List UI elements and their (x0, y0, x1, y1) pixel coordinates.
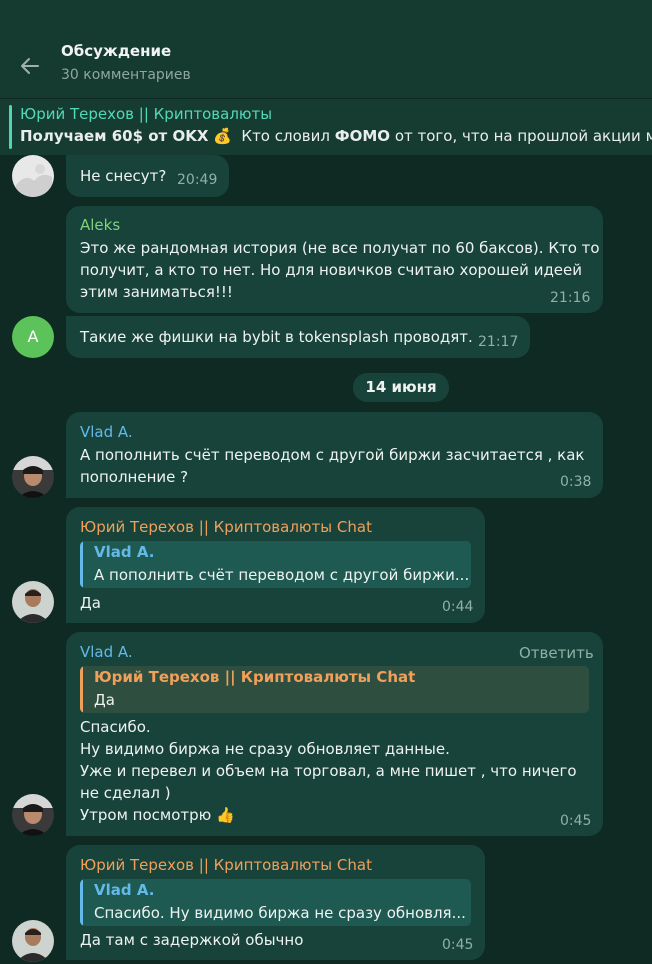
reply-author: Vlad A. (94, 543, 155, 561)
reply-quote[interactable]: Юрий Терехов || Криптовалюты Chat Да (80, 666, 589, 713)
message-bubble[interactable]: Такие же фишки на bybit в tokensplash пр… (66, 316, 530, 358)
avatar[interactable] (12, 456, 54, 498)
message-text: Это же рандомная история (не все получат… (80, 239, 600, 301)
pinned-post[interactable]: Юрий Терехов || Криптовалюты Получаем 60… (0, 99, 652, 155)
message-text: Да (80, 594, 101, 612)
page-title: Обсуждение (61, 42, 172, 60)
message-author[interactable]: Юрий Терехов || Криптовалюты Chat (80, 518, 372, 536)
pinned-text-mid: Кто словил (241, 127, 330, 145)
reply-text: А пополнить счёт переводом с другой бирж… (94, 566, 470, 584)
reply-quote[interactable]: Vlad A. А пополнить счёт переводом с дру… (80, 541, 471, 588)
message-time: 20:49 (177, 172, 218, 188)
message-author[interactable]: Aleks (80, 216, 120, 234)
money-bag-emoji: 💰 (213, 127, 232, 145)
message-author[interactable]: Vlad A. (80, 643, 133, 661)
message-time: 0:38 (560, 474, 592, 490)
chat-header: Обсуждение 30 комментариев (0, 32, 652, 98)
avatar[interactable]: A (12, 316, 54, 358)
date-separator: 14 июня (353, 373, 449, 402)
reply-text: Спасибо. Ну видимо биржа не сразу обновл… (94, 904, 466, 922)
avatar-photo-icon (12, 155, 54, 197)
pinned-title: Юрий Терехов || Криптовалюты (20, 105, 273, 123)
message-time: 21:16 (550, 290, 591, 306)
pinned-text-bold2: ФОМО (334, 127, 391, 145)
pinned-text: Получаем 60$ от OKX 💰 Кто словил ФОМО от… (20, 127, 652, 145)
reply-accent-bar (80, 541, 83, 588)
message-time: 0:45 (560, 813, 592, 829)
avatar[interactable] (12, 794, 54, 836)
message-text: Спасибо. Ну видимо биржа не сразу обновл… (80, 718, 577, 824)
avatar-photo-icon (12, 581, 54, 623)
message-bubble[interactable]: Aleks Это же рандомная история (не все п… (66, 206, 603, 313)
reply-author: Vlad A. (94, 881, 155, 899)
top-strip (0, 0, 652, 32)
avatar[interactable] (12, 920, 54, 962)
back-button[interactable] (14, 50, 46, 82)
pinned-text-rest: от того, что на прошлой акции мы з (394, 127, 652, 145)
pinned-text-bold: Получаем 60$ от OKX (20, 127, 209, 145)
message-text: Такие же фишки на bybit в tokensplash пр… (80, 328, 473, 346)
message-author[interactable]: Vlad A. (80, 423, 133, 441)
reply-quote[interactable]: Vlad A. Спасибо. Ну видимо биржа не сраз… (80, 879, 471, 926)
arrow-left-icon (21, 58, 39, 74)
message-bubble[interactable]: Юрий Терехов || Криптовалюты Chat Vlad A… (66, 507, 485, 623)
avatar-letter: A (27, 327, 39, 346)
reply-text: Да (94, 691, 115, 709)
avatar-photo-icon (12, 920, 54, 962)
avatar[interactable] (12, 581, 54, 623)
message-bubble[interactable]: Vlad A. А пополнить счёт переводом с дру… (66, 412, 603, 498)
reply-accent-bar (80, 666, 83, 713)
avatar[interactable] (12, 155, 54, 197)
message-time: 0:45 (442, 937, 474, 953)
message-text: Да там с задержкой обычно (80, 931, 304, 949)
message-text: Не снесут? (80, 167, 167, 185)
message-time: 0:44 (442, 599, 474, 615)
message-bubble[interactable]: Vlad A. Ответить Юрий Терехов || Криптов… (66, 632, 603, 836)
reply-accent-bar (80, 879, 83, 926)
message-bubble[interactable]: Юрий Терехов || Криптовалюты Chat Vlad A… (66, 845, 485, 960)
avatar-photo-icon (12, 456, 54, 498)
message-author[interactable]: Юрий Терехов || Криптовалюты Chat (80, 856, 372, 874)
reply-author: Юрий Терехов || Криптовалюты Chat (94, 668, 416, 686)
pinned-accent-bar (9, 105, 12, 149)
message-bubble[interactable]: Не снесут? 20:49 (66, 155, 229, 197)
message-text: А пополнить счёт переводом с другой бирж… (80, 446, 585, 486)
reply-action-button[interactable]: Ответить (519, 644, 594, 662)
comment-count: 30 комментариев (61, 67, 191, 83)
message-time: 21:17 (478, 334, 519, 350)
avatar-photo-icon (12, 794, 54, 836)
